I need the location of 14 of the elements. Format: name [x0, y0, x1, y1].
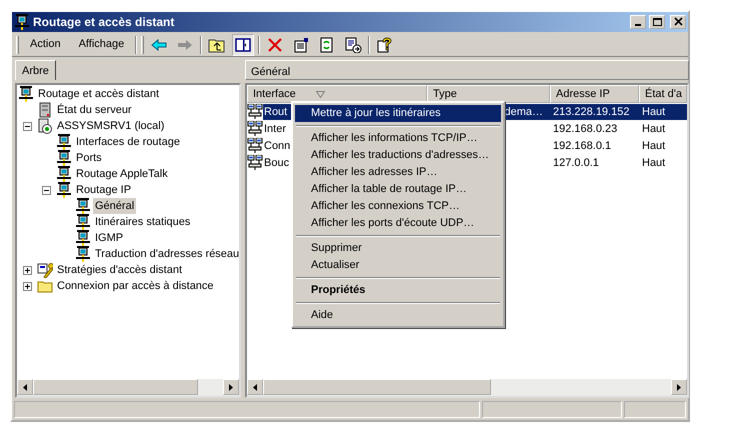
table-cell: 192.168.0.23	[553, 122, 618, 135]
pane-header: Général	[245, 60, 689, 80]
window-title: Routage et accès distant	[33, 14, 176, 31]
table-cell: Conn	[264, 140, 290, 152]
table-cell: 192.168.0.1	[553, 140, 612, 152]
table-cell: 127.0.0.1	[553, 156, 599, 169]
table-cell: Bouc	[264, 156, 290, 169]
table-cell: Haut	[642, 156, 666, 169]
table-cell: Inter	[264, 122, 286, 135]
table-cell: Haut	[642, 122, 666, 135]
table-cell: 213.228.19.152	[553, 106, 630, 118]
table-cell: Haut	[642, 106, 666, 118]
table-cell: Rout	[264, 106, 288, 118]
table-cell: Haut	[642, 140, 666, 152]
